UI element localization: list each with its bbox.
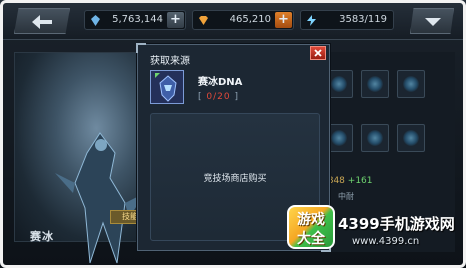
close-button[interactable] [310,46,326,60]
close-icon [314,49,322,57]
gem-amount: 465,210 [229,14,271,25]
hero-figure [55,132,145,264]
chevron-down-icon [425,18,441,26]
energy-counter: 3583/119 [300,10,394,30]
equipment-slot[interactable] [361,70,389,98]
add-crystal-button[interactable]: + [167,12,184,28]
item-icon [150,70,184,104]
watermark-url: www.4399.cn [352,236,420,247]
back-arrow-icon [32,15,52,29]
crystal-icon [91,15,100,26]
energy-icon [307,15,316,26]
crystal-counter: 5,763,144 + [84,10,186,30]
gem-counter: 465,210 + [192,10,294,30]
source-arena-shop[interactable]: 竞技场商店购买 [151,171,319,184]
watermark-logo: 游戏 大全 [287,205,335,249]
equipment-slot[interactable] [397,70,425,98]
watermark-title: 4399手机游戏网 [338,215,455,233]
menu-button[interactable] [410,8,454,34]
equipment-slot[interactable] [397,124,425,152]
add-gem-button[interactable]: + [275,12,292,28]
item-count: [ 0/20 ] [198,92,240,102]
back-button[interactable] [14,8,70,34]
crystal-amount: 5,763,144 [112,14,163,25]
top-bar: 5,763,144 + 465,210 + 3583/119 [0,0,466,40]
dialog-title: 获取来源 [150,56,190,67]
hero-name: 赛冰 [30,230,54,243]
durability-stat: 中耐 [338,192,354,201]
item-name: 赛冰DNA [198,77,243,88]
equipment-slot[interactable] [361,124,389,152]
gem-icon [199,16,208,25]
energy-amount: 3583/119 [339,14,387,25]
hero-dna-icon [151,71,183,103]
